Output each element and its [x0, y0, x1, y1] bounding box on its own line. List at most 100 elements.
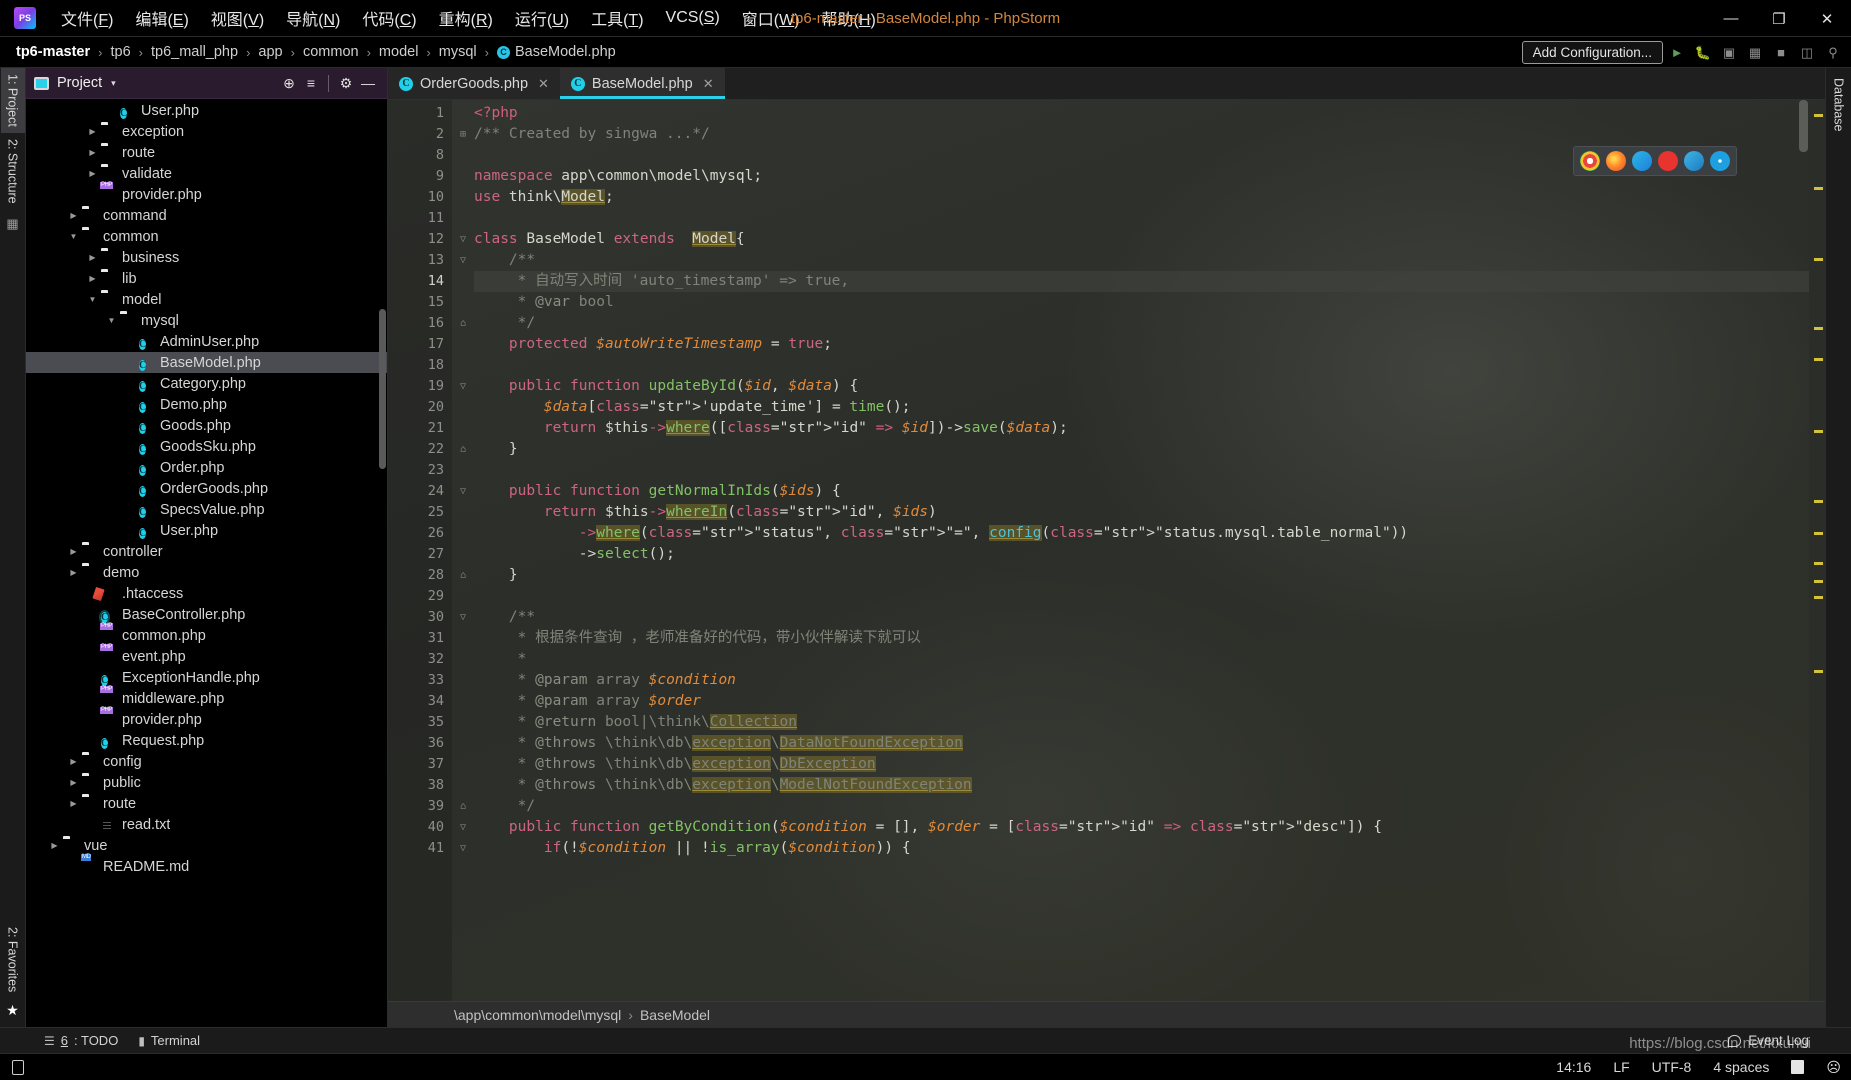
breadcrumb-item-0[interactable]: tp6-master	[14, 44, 92, 60]
fold-marker-24[interactable]: ▽	[452, 481, 474, 502]
code-area[interactable]: 1 2 8 9 10 11 12 13 14 15 16 17 18 19 20 21 22 23 24 25 26 27…	[388, 100, 1825, 1001]
browser-launch-popup[interactable]	[1573, 146, 1737, 176]
chevron-right-icon[interactable]: ▶	[68, 798, 79, 809]
chevron-right-icon[interactable]: ▶	[68, 861, 79, 872]
tree-item-request-php[interactable]: ▶C Request.php	[26, 730, 387, 751]
chevron-right-icon[interactable]: ▶	[49, 840, 60, 851]
tree-item-common[interactable]: ▼ common	[26, 226, 387, 247]
chevron-down-icon[interactable]: ▼	[87, 294, 98, 305]
chevron-right-icon[interactable]: ▶	[68, 756, 79, 767]
chevron-right-icon[interactable]: ▶	[87, 189, 98, 200]
tree-item-controller[interactable]: ▶ controller	[26, 541, 387, 562]
code-line-32[interactable]: *	[474, 649, 1825, 670]
status-line-separator[interactable]: LF	[1613, 1059, 1629, 1075]
code-line-30[interactable]: /**	[474, 607, 1825, 628]
chevron-right-icon[interactable]: ▶	[125, 378, 136, 389]
fold-marker-22[interactable]: ⌂	[452, 439, 474, 460]
chevron-right-icon[interactable]: ▶	[87, 651, 98, 662]
chevron-right-icon[interactable]: ▶	[125, 441, 136, 452]
tree-item-middleware-php[interactable]: ▶ middleware.php	[26, 688, 387, 709]
code-line-10[interactable]: use think\Model;	[474, 187, 1825, 208]
fold-marker-39[interactable]: ⌂	[452, 796, 474, 817]
chevron-right-icon[interactable]: ▶	[125, 357, 136, 368]
sidebar-tab-favorites[interactable]: 2: Favorites	[1, 921, 25, 998]
menu-item-8[interactable]: VCS(S)	[655, 6, 731, 30]
chevron-right-icon[interactable]: ▶	[87, 819, 98, 830]
tree-item-goods-php[interactable]: ▶C Goods.php	[26, 415, 387, 436]
fold-marker-2[interactable]: ⊞	[452, 124, 474, 145]
menu-bar[interactable]: 文件(F) 编辑(E) 视图(V) 导航(N) 代码(C) 重构(R) 运行(U) 工具(T)…	[50, 3, 887, 33]
chevron-right-icon[interactable]: ▶	[106, 105, 117, 116]
tree-item-event-php[interactable]: ▶ event.php	[26, 646, 387, 667]
add-configuration-button[interactable]: Add Configuration...	[1521, 41, 1663, 64]
breadcrumb-item-2[interactable]: tp6_mall_php	[149, 44, 240, 60]
tree-item-route[interactable]: ▶ route	[26, 142, 387, 163]
fold-marker-28[interactable]: ⌂	[452, 565, 474, 586]
event-log-button[interactable]: Event Log	[1728, 1033, 1809, 1048]
tree-item-public[interactable]: ▶ public	[26, 772, 387, 793]
locate-file-icon[interactable]: ⊕	[278, 75, 300, 92]
chevron-right-icon[interactable]: ▶	[87, 693, 98, 704]
chevron-right-icon[interactable]: ▶	[87, 147, 98, 158]
code-line-14[interactable]: * 自动写入时间 'auto_timestamp' => true,	[474, 271, 1825, 292]
tree-item-adminuser-php[interactable]: ▶C AdminUser.php	[26, 331, 387, 352]
code-line-17[interactable]: protected $autoWriteTimestamp = true;	[474, 334, 1825, 355]
tree-item-provider-php[interactable]: ▶ provider.php	[26, 709, 387, 730]
breadcrumb-item-5[interactable]: model	[377, 44, 421, 60]
gear-icon[interactable]: ⚙	[335, 75, 357, 92]
code-line-13[interactable]: /**	[474, 250, 1825, 271]
code-text[interactable]: <?php/** Created by singwa ...*/ namespa…	[474, 100, 1825, 1001]
tree-item-ordergoods-php[interactable]: ▶C OrderGoods.php	[26, 478, 387, 499]
collapse-all-icon[interactable]: ≡	[300, 75, 322, 91]
breadcrumb-item-4[interactable]: common	[301, 44, 361, 60]
tree-item-lib[interactable]: ▶ lib	[26, 268, 387, 289]
edge-icon[interactable]	[1632, 151, 1652, 171]
sidebar-tab-structure[interactable]: 2: Structure	[1, 133, 25, 210]
breadcrumb-item-3[interactable]: app	[256, 44, 284, 60]
close-icon[interactable]: ✕	[538, 76, 549, 92]
editor-tab-basemodel-php[interactable]: C BaseModel.php ✕	[559, 68, 725, 99]
tree-item-basemodel-php[interactable]: ▶C BaseModel.php	[26, 352, 387, 373]
close-icon[interactable]: ✕	[703, 76, 714, 92]
chevron-down-icon[interactable]: ▼	[68, 231, 79, 242]
chevron-right-icon[interactable]: ▶	[125, 525, 136, 536]
code-line-23[interactable]	[474, 460, 1825, 481]
stop-icon[interactable]: ■	[1769, 41, 1793, 65]
tool-window-terminal[interactable]: ▮ Terminal	[138, 1033, 200, 1048]
maximize-button[interactable]: ❐	[1755, 0, 1803, 37]
tree-item-config[interactable]: ▶ config	[26, 751, 387, 772]
tree-item-business[interactable]: ▶ business	[26, 247, 387, 268]
editor-marker-gutter[interactable]	[1809, 100, 1825, 1001]
fold-marker-41[interactable]: ▽	[452, 838, 474, 859]
document-icon[interactable]	[12, 1059, 24, 1075]
tree-item--htaccess[interactable]: ▶.htaccess	[26, 583, 387, 604]
menu-item-4[interactable]: 代码(C)	[351, 3, 427, 33]
code-line-35[interactable]: * @return bool|\think\Collection	[474, 712, 1825, 733]
tree-item-mysql[interactable]: ▼ mysql	[26, 310, 387, 331]
project-tree[interactable]: ▶CUser.php▶exception▶route▶validate▶prov…	[26, 99, 387, 1027]
code-line-38[interactable]: * @throws \think\db\exception\ModelNotFo…	[474, 775, 1825, 796]
tree-item-command[interactable]: ▶ command	[26, 205, 387, 226]
code-line-39[interactable]: */	[474, 796, 1825, 817]
tree-item-validate[interactable]: ▶ validate	[26, 163, 387, 184]
code-line-36[interactable]: * @throws \think\db\exception\DataNotFou…	[474, 733, 1825, 754]
chevron-right-icon[interactable]: ▶	[68, 777, 79, 788]
layout-icon[interactable]: ◫	[1795, 41, 1819, 65]
profile-icon[interactable]: ▦	[1743, 41, 1767, 65]
tree-item-goodssku-php[interactable]: ▶C GoodsSku.php	[26, 436, 387, 457]
menu-item-5[interactable]: 重构(R)	[428, 3, 504, 33]
sidebar-tab-project[interactable]: 1: Project	[0, 68, 25, 133]
debug-icon[interactable]: 🐛	[1691, 41, 1715, 65]
code-line-27[interactable]: ->select();	[474, 544, 1825, 565]
code-line-15[interactable]: * @var bool	[474, 292, 1825, 313]
ie-icon[interactable]	[1684, 151, 1704, 171]
minimize-button[interactable]: —	[1707, 0, 1755, 37]
lock-icon[interactable]	[1791, 1060, 1805, 1074]
fold-marker-16[interactable]: ⌂	[452, 313, 474, 334]
code-folding-gutter[interactable]: ⊞ ▽ ▽ ⌂ ▽ ⌂ ▽ ⌂ ▽ ⌂ ▽ ▽	[452, 100, 474, 1001]
tree-item-model[interactable]: ▼ model	[26, 289, 387, 310]
favorites-star-icon[interactable]: ★	[6, 998, 19, 1023]
chevron-right-icon[interactable]: ▶	[87, 672, 98, 683]
menu-item-9[interactable]: 窗口(W)	[731, 3, 811, 33]
tree-item-readme-md[interactable]: ▶ README.md	[26, 856, 387, 877]
